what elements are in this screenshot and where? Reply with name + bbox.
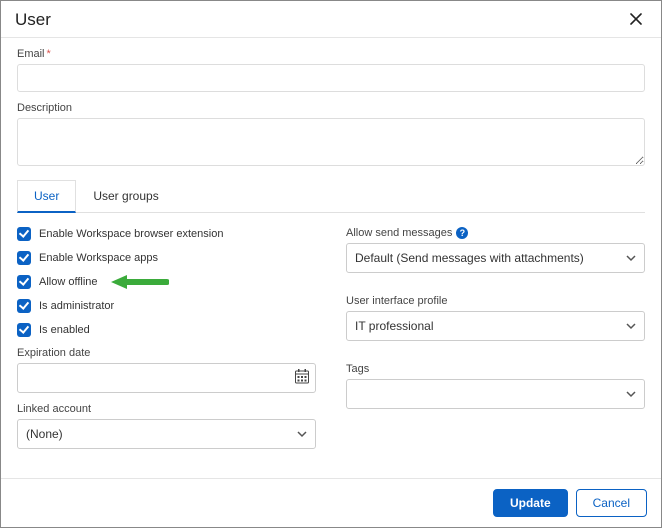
checkbox-icon (17, 299, 31, 313)
check-label: Allow offline (39, 276, 98, 288)
cancel-button[interactable]: Cancel (576, 489, 647, 517)
checkbox-icon (17, 227, 31, 241)
linked-account-select[interactable]: (None) (17, 419, 316, 449)
tab-content-user: Enable Workspace browser extension Enabl… (17, 213, 645, 459)
linked-account-value: (None) (26, 427, 63, 441)
email-label: Email* (17, 48, 645, 60)
ui-profile-select[interactable]: IT professional (346, 311, 645, 341)
tags-field: Tags (346, 363, 645, 409)
expiration-field: Expiration date (17, 347, 316, 393)
linked-account-field: Linked account (None) (17, 403, 316, 449)
description-label: Description (17, 102, 645, 114)
chevron-down-icon (296, 428, 308, 440)
check-label: Is enabled (39, 324, 90, 336)
description-textarea[interactable] (17, 118, 645, 166)
chevron-down-icon (625, 320, 637, 332)
email-field-block: Email* (17, 48, 645, 92)
required-marker: * (47, 48, 51, 60)
user-dialog: User Email* Description User User groups (0, 0, 662, 528)
check-label: Is administrator (39, 300, 114, 312)
close-icon (629, 10, 643, 30)
allow-send-label-row: Allow send messages ? (346, 227, 645, 239)
tab-user-groups[interactable]: User groups (76, 180, 175, 213)
update-button[interactable]: Update (493, 489, 568, 517)
checkbox-icon (17, 275, 31, 289)
checkbox-icon (17, 251, 31, 265)
allow-send-select[interactable]: Default (Send messages with attachments) (346, 243, 645, 273)
check-label: Enable Workspace browser extension (39, 228, 223, 240)
tags-select[interactable] (346, 379, 645, 409)
tags-label: Tags (346, 363, 645, 375)
check-is-administrator[interactable]: Is administrator (17, 299, 316, 313)
checkbox-icon (17, 323, 31, 337)
check-workspace-apps[interactable]: Enable Workspace apps (17, 251, 316, 265)
chevron-down-icon (625, 388, 637, 400)
dialog-body: Email* Description User User groups Enab… (1, 38, 661, 478)
check-is-enabled[interactable]: Is enabled (17, 323, 316, 337)
left-column: Enable Workspace browser extension Enabl… (17, 227, 316, 459)
dialog-header: User (1, 1, 661, 38)
email-input[interactable] (17, 64, 645, 92)
dialog-footer: Update Cancel (1, 478, 661, 527)
right-column: Allow send messages ? Default (Send mess… (346, 227, 645, 459)
linked-account-label: Linked account (17, 403, 316, 415)
check-allow-offline[interactable]: Allow offline (17, 275, 316, 289)
expiration-input[interactable] (17, 363, 316, 393)
ui-profile-label: User interface profile (346, 295, 645, 307)
expiration-label: Expiration date (17, 347, 316, 359)
check-label: Enable Workspace apps (39, 252, 158, 264)
tabs: User User groups (17, 179, 645, 213)
description-field-block: Description (17, 102, 645, 169)
expiration-date-picker[interactable] (17, 363, 316, 393)
tab-user[interactable]: User (17, 180, 76, 213)
arrow-annotation (109, 273, 169, 294)
dialog-title: User (15, 10, 51, 30)
allow-send-field: Allow send messages ? Default (Send mess… (346, 227, 645, 273)
check-workspace-extension[interactable]: Enable Workspace browser extension (17, 227, 316, 241)
ui-profile-value: IT professional (355, 319, 434, 333)
allow-send-value: Default (Send messages with attachments) (355, 251, 584, 265)
allow-send-label: Allow send messages (346, 227, 452, 239)
email-label-text: Email (17, 48, 45, 60)
ui-profile-field: User interface profile IT professional (346, 295, 645, 341)
help-icon[interactable]: ? (456, 227, 468, 239)
chevron-down-icon (625, 252, 637, 264)
close-button[interactable] (625, 9, 647, 31)
